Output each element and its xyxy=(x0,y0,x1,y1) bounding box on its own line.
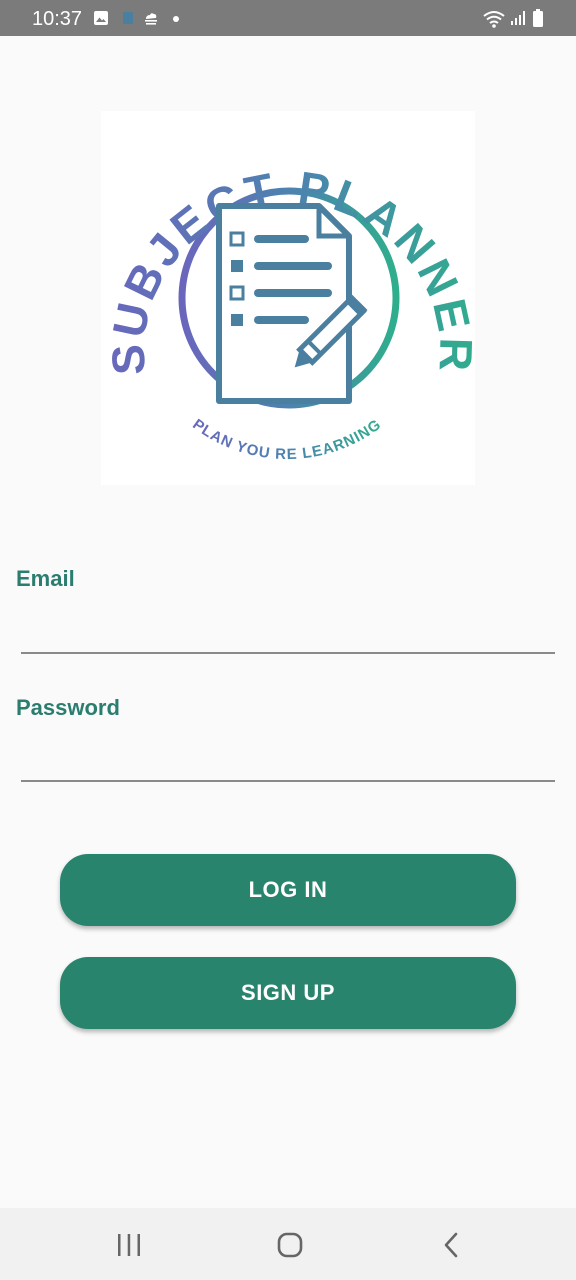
password-field[interactable] xyxy=(21,740,555,782)
status-time: 10:37 xyxy=(32,8,83,30)
app-logo: SUBJECT PLANNER PLAN YOU RE LEARNING xyxy=(101,111,475,485)
logo-tagline: PLAN YOU RE LEARNING xyxy=(189,416,383,463)
email-field[interactable] xyxy=(21,612,555,654)
app-icon xyxy=(123,12,133,24)
email-label: Email xyxy=(16,566,75,591)
image-icon xyxy=(94,11,108,25)
signal-icon xyxy=(511,11,525,25)
navigation-bar xyxy=(0,1208,576,1280)
status-bar: 10:37 xyxy=(0,0,576,36)
document-icon xyxy=(216,203,352,404)
password-label: Password xyxy=(16,695,120,720)
signup-button[interactable]: SIGN UP xyxy=(60,957,516,1029)
wifi-icon xyxy=(483,11,505,28)
battery-icon xyxy=(533,9,543,27)
recent-apps-icon[interactable] xyxy=(107,1228,151,1262)
login-button[interactable]: LOG IN xyxy=(60,854,516,926)
subject-planner-logo: SUBJECT PLANNER PLAN YOU RE LEARNING xyxy=(101,161,475,463)
home-icon[interactable] xyxy=(268,1228,312,1262)
back-icon[interactable] xyxy=(429,1228,473,1262)
cloud-icon xyxy=(145,13,157,25)
svg-text:PLAN YOU RE LEARNING: PLAN YOU RE LEARNING xyxy=(189,416,384,463)
dot-icon xyxy=(173,16,179,22)
